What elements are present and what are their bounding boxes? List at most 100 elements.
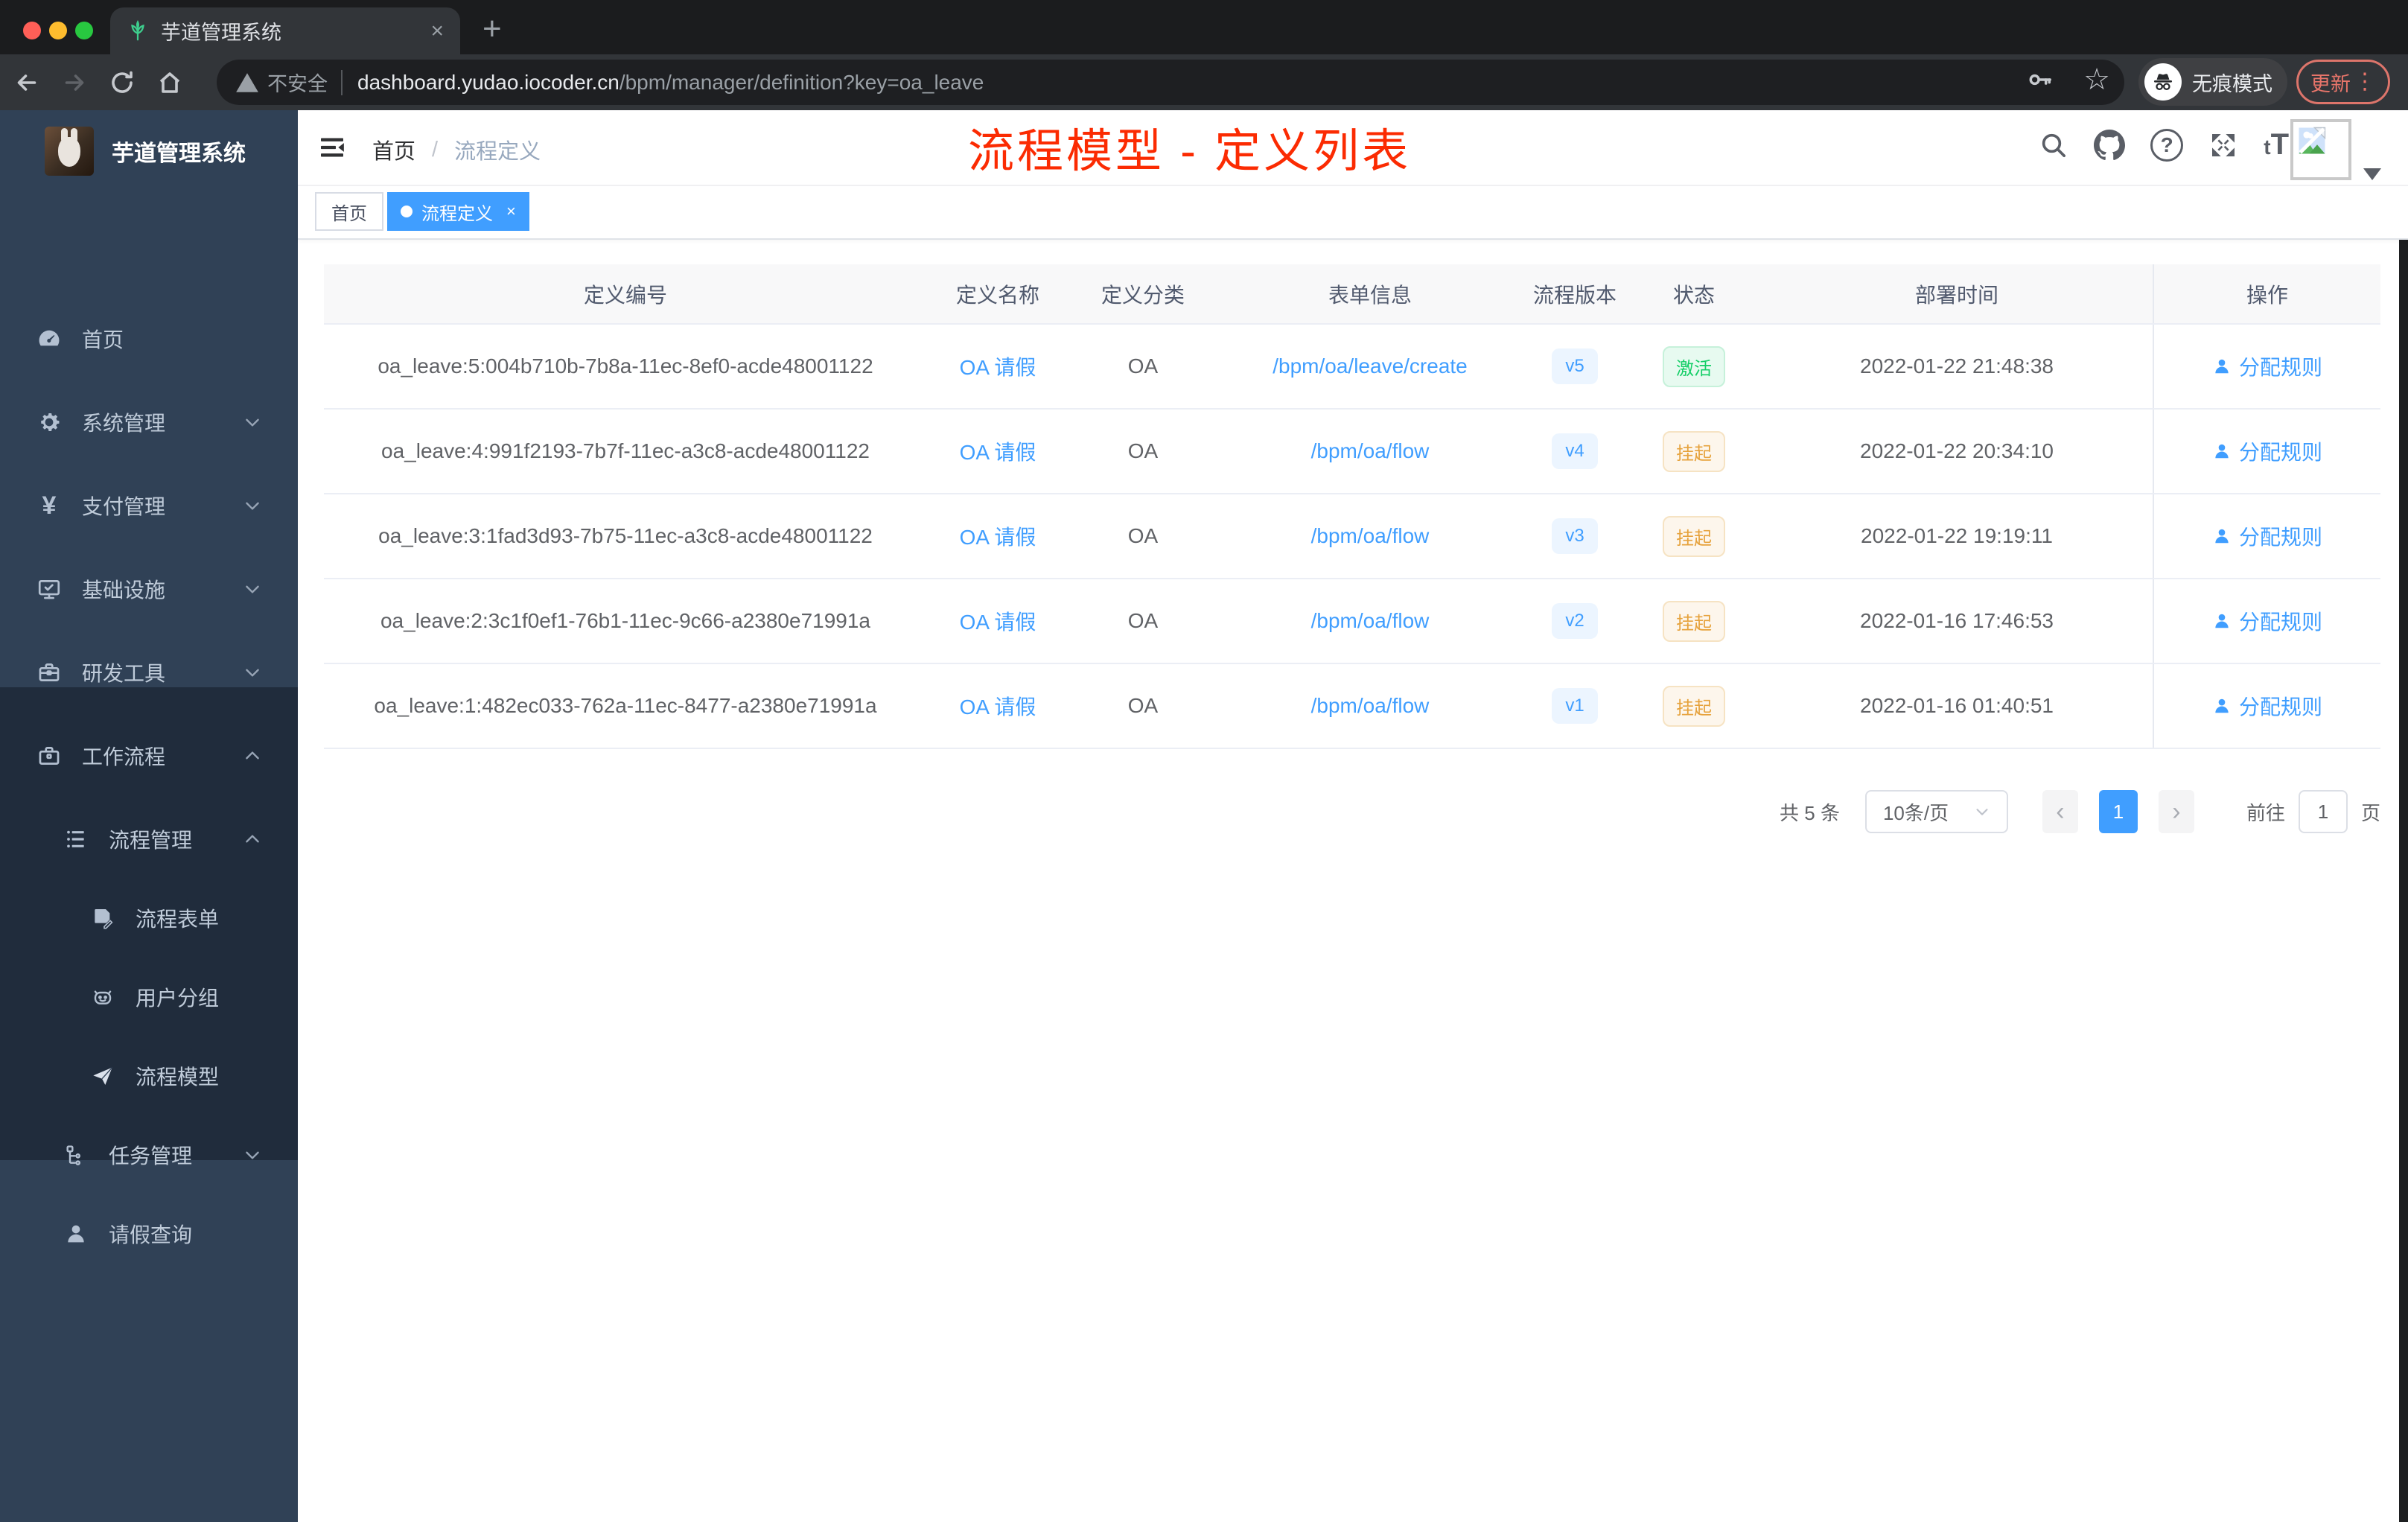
- reload-icon[interactable]: [109, 69, 138, 96]
- sidebar-item-label: 研发工具: [82, 662, 166, 685]
- back-icon[interactable]: [13, 69, 43, 96]
- forward-icon[interactable]: [61, 69, 91, 96]
- next-page-button[interactable]: ›: [2158, 790, 2194, 833]
- definition-name-link[interactable]: OA 请假: [960, 695, 1036, 719]
- definition-name-link[interactable]: OA 请假: [960, 611, 1036, 634]
- tab-close-icon[interactable]: ×: [430, 19, 444, 44]
- sidebar-item-system[interactable]: 系统管理: [0, 380, 298, 464]
- sidebar-item-label: 请假查询: [109, 1223, 193, 1246]
- macos-zoom-button[interactable]: [75, 22, 93, 39]
- table-row: oa_leave:5:004b710b-7b8a-11ec-8ef0-acde4…: [324, 324, 2380, 410]
- col-header-form: 表单信息: [1217, 264, 1523, 325]
- chevron-up-icon: [243, 746, 262, 765]
- sidebar-toggle-icon[interactable]: [317, 133, 347, 162]
- sidebar: 芋道管理系统 首页 系统管理 ¥ 支付管理 基础设施 研发工具 工作流程 流程管…: [0, 110, 298, 1522]
- url-bar[interactable]: 不安全 dashboard.yudao.iocoder.cn/bpm/manag…: [217, 60, 2124, 105]
- sidebar-item-home[interactable]: 首页: [0, 297, 298, 380]
- version-badge[interactable]: v4: [1552, 433, 1598, 469]
- sidebar-item-devtools[interactable]: 研发工具: [0, 631, 298, 714]
- definition-table: 定义编号 定义名称 定义分类 表单信息 流程版本 状态 部署时间 操作 oa_l…: [324, 264, 2380, 749]
- tag-process-definition[interactable]: 流程定义 ×: [387, 192, 529, 231]
- col-header-status: 状态: [1627, 264, 1761, 325]
- tag-close-icon[interactable]: ×: [506, 202, 516, 221]
- version-badge[interactable]: v1: [1552, 688, 1598, 724]
- help-icon[interactable]: ?: [2150, 128, 2184, 162]
- github-icon[interactable]: [2094, 129, 2126, 161]
- cell-id: oa_leave:5:004b710b-7b8a-11ec-8ef0-acde4…: [324, 324, 927, 410]
- sidebar-item-label: 用户分组: [136, 987, 220, 1010]
- monitor-icon: [36, 576, 63, 602]
- definition-name-link[interactable]: OA 请假: [960, 441, 1036, 464]
- macos-minimize-button[interactable]: [49, 22, 67, 39]
- definition-name-link[interactable]: OA 请假: [960, 526, 1036, 549]
- assign-rule-button[interactable]: 分配规则: [2212, 436, 2322, 466]
- dashboard-icon: [36, 326, 63, 351]
- font-size-icon[interactable]: tT: [2264, 128, 2289, 162]
- form-link[interactable]: /bpm/oa/flow: [1311, 609, 1430, 632]
- browser-menu-icon[interactable]: ⋮: [2354, 71, 2376, 92]
- fullscreen-icon[interactable]: [2208, 130, 2238, 160]
- cell-id: oa_leave:4:991f2193-7b7f-11ec-a3c8-acde4…: [324, 409, 927, 494]
- cell-category: OA: [1068, 409, 1217, 494]
- avatar-dropdown-caret-icon[interactable]: [2363, 168, 2381, 180]
- avatar[interactable]: [2290, 119, 2351, 180]
- sidebar-item-infrastructure[interactable]: 基础设施: [0, 547, 298, 631]
- password-key-icon[interactable]: [2025, 66, 2054, 94]
- search-icon[interactable]: [2039, 130, 2068, 160]
- form-link[interactable]: /bpm/oa/leave/create: [1273, 354, 1468, 378]
- browser-update-button[interactable]: 更新 ⋮: [2296, 60, 2390, 104]
- page-size-select[interactable]: 10条/页: [1864, 790, 2008, 833]
- breadcrumb-home[interactable]: 首页: [372, 134, 415, 165]
- browser-tab[interactable]: 芋道管理系统 ×: [110, 7, 460, 54]
- version-badge[interactable]: v5: [1552, 348, 1598, 384]
- status-badge: 挂起: [1663, 600, 1725, 642]
- sidebar-item-label: 流程表单: [136, 908, 220, 931]
- home-icon[interactable]: [156, 69, 186, 96]
- sidebar-item-label: 任务管理: [109, 1144, 193, 1168]
- table-header-row: 定义编号 定义名称 定义分类 表单信息 流程版本 状态 部署时间 操作: [324, 264, 2380, 325]
- sidebar-item-process-form[interactable]: 流程表单: [0, 876, 298, 960]
- security-label[interactable]: 不安全: [267, 68, 328, 97]
- status-badge: 激活: [1663, 346, 1725, 387]
- current-page-button[interactable]: 1: [2098, 790, 2138, 833]
- col-header-name: 定义名称: [927, 264, 1068, 325]
- goto-page-input[interactable]: 1: [2298, 790, 2348, 833]
- version-badge[interactable]: v2: [1552, 603, 1598, 639]
- breadcrumb-separator: /: [432, 137, 439, 162]
- sidebar-item-leave-query[interactable]: 请假查询: [0, 1192, 298, 1276]
- cell-category: OA: [1068, 324, 1217, 410]
- goto-label: 前往: [2246, 801, 2285, 824]
- prev-page-button[interactable]: ‹: [2042, 790, 2078, 833]
- sidebar-item-process-mgmt[interactable]: 流程管理: [0, 797, 298, 881]
- cell-category: OA: [1068, 579, 1217, 664]
- version-badge[interactable]: v3: [1552, 518, 1598, 554]
- cell-deploy-time: 2022-01-22 21:48:38: [1761, 324, 2153, 410]
- macos-close-button[interactable]: [23, 22, 41, 39]
- status-badge: 挂起: [1663, 515, 1725, 557]
- assign-rule-button[interactable]: 分配规则: [2212, 691, 2322, 721]
- definition-name-link[interactable]: OA 请假: [960, 356, 1036, 379]
- assign-rule-button[interactable]: 分配规则: [2212, 521, 2322, 551]
- sidebar-item-user-group[interactable]: 用户分组: [0, 955, 298, 1039]
- chevron-up-icon: [243, 830, 262, 849]
- sidebar-item-process-model[interactable]: 流程模型: [0, 1034, 298, 1118]
- sidebar-item-workflow[interactable]: 工作流程: [0, 714, 298, 797]
- sidebar-logo[interactable]: 芋道管理系统: [0, 118, 298, 185]
- active-dot-icon: [401, 206, 413, 217]
- sidebar-item-payment[interactable]: ¥ 支付管理: [0, 464, 298, 547]
- yen-icon: ¥: [42, 491, 57, 520]
- assign-rule-button[interactable]: 分配规则: [2212, 351, 2322, 381]
- chevron-down-icon: [243, 496, 262, 515]
- bookmark-star-icon[interactable]: ☆: [2083, 63, 2110, 97]
- sidebar-item-task-mgmt[interactable]: 任务管理: [0, 1113, 298, 1197]
- logo-avatar: [45, 127, 94, 176]
- form-link[interactable]: /bpm/oa/flow: [1311, 439, 1430, 462]
- tag-home[interactable]: 首页: [315, 192, 383, 231]
- assign-rule-button[interactable]: 分配规则: [2212, 606, 2322, 636]
- form-link[interactable]: /bpm/oa/flow: [1311, 694, 1430, 717]
- new-tab-icon[interactable]: +: [482, 10, 502, 48]
- col-header-id: 定义编号: [324, 264, 927, 325]
- form-link[interactable]: /bpm/oa/flow: [1311, 524, 1430, 547]
- col-header-deploy-time: 部署时间: [1761, 264, 2153, 325]
- window-edge: [2399, 110, 2408, 1522]
